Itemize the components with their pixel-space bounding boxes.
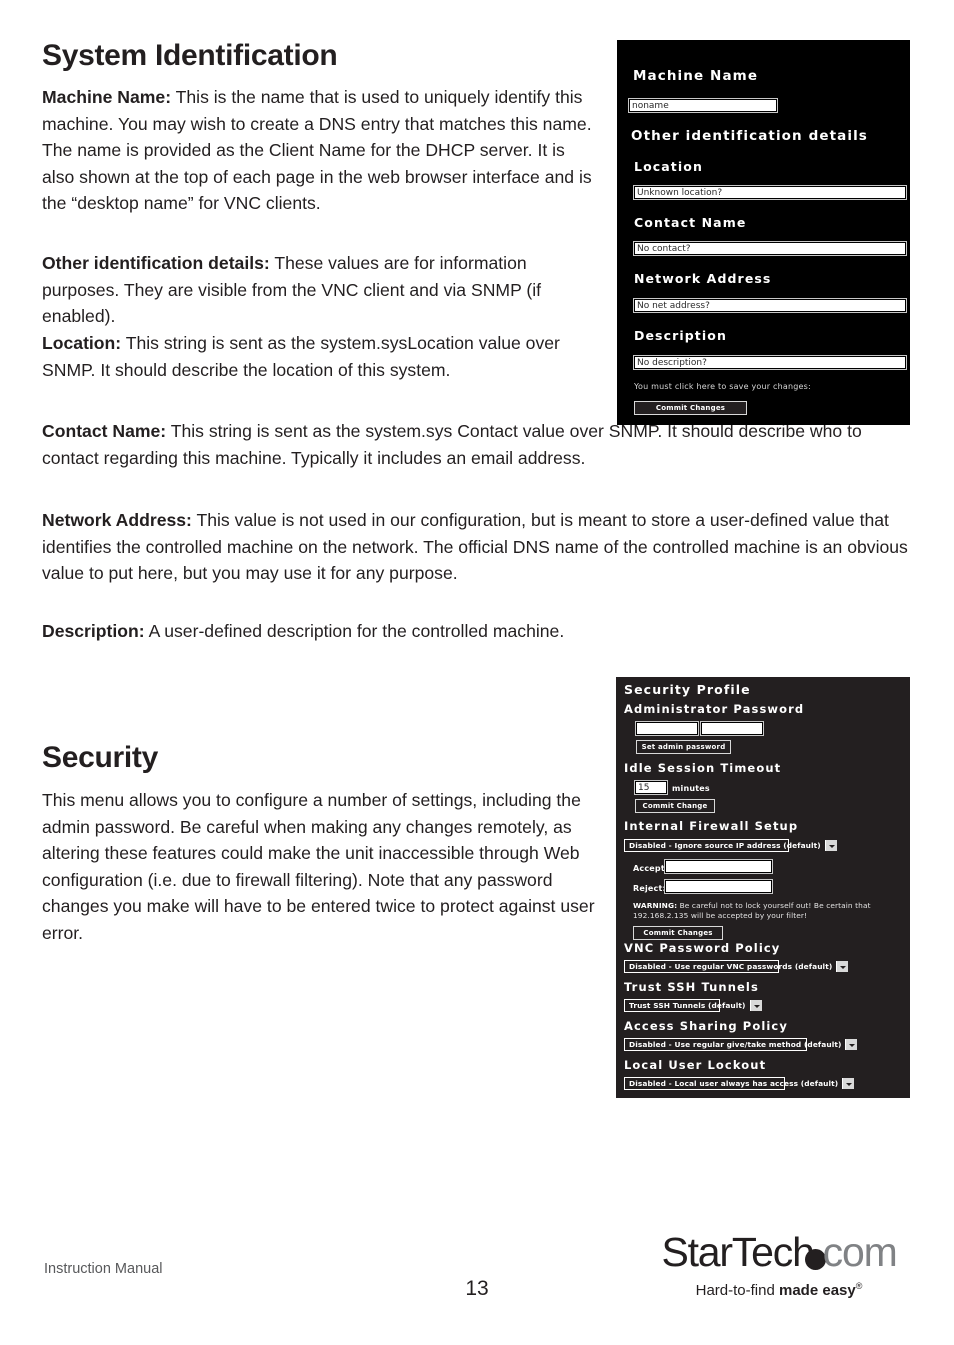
paragraph-lead-contact-name: Contact Name: [42, 421, 167, 441]
paragraph-description: Description: A user-defined description … [42, 618, 908, 645]
logo-text-com: com [822, 1229, 898, 1275]
firewall-warning-text: WARNING: Be careful not to lock yourself… [633, 901, 897, 921]
firewall-warning-prefix: WARNING: [633, 901, 678, 910]
chevron-down-icon [824, 840, 837, 851]
firewall-commit-changes-button[interactable]: Commit Changes [633, 926, 723, 940]
network-address-input[interactable] [633, 298, 907, 313]
paragraph-location: Location: This string is sent as the sys… [42, 330, 598, 383]
admin-password-confirm-input[interactable] [700, 721, 764, 736]
paragraph-lead-other-details: Other identification details: [42, 253, 270, 273]
reject-label: Reject: [633, 884, 666, 893]
vnc-password-policy-select[interactable]: Disabled - Use regular VNC passwords (de… [624, 960, 849, 973]
idle-timeout-input[interactable] [634, 780, 668, 795]
machine-name-heading: Machine Name [633, 68, 759, 84]
security-profile-heading: Security Profile [624, 682, 751, 697]
local-user-lockout-select[interactable]: Disabled - Local user always has access … [624, 1077, 855, 1090]
logo-text-startech: StarTech [661, 1229, 814, 1275]
reject-filter-input[interactable] [664, 879, 773, 894]
paragraph-contact-name: Contact Name: This string is sent as the… [42, 418, 904, 471]
accept-filter-input[interactable] [664, 859, 773, 874]
chevron-down-icon [845, 1039, 858, 1050]
idle-timeout-commit-button[interactable]: Commit Change [635, 799, 715, 813]
chevron-down-icon [749, 1000, 762, 1011]
other-identification-details-heading: Other identification details [631, 128, 868, 144]
footer-manual-label: Instruction Manual [44, 1261, 163, 1277]
accept-label: Accept: [633, 864, 669, 873]
paragraph-lead-machine-name: Machine Name: [42, 87, 172, 107]
paragraph-machine-name: Machine Name: This is the name that is u… [42, 84, 598, 217]
paragraph-lead-location: Location: [42, 333, 122, 353]
access-sharing-policy-value: Disabled - Use regular give/take method … [629, 1040, 842, 1049]
vnc-password-policy-value: Disabled - Use regular VNC passwords (de… [629, 962, 833, 971]
access-sharing-policy-select[interactable]: Disabled - Use regular give/take method … [624, 1038, 858, 1051]
screenshot-security-profile-ui: Security Profile Administrator Password … [616, 677, 910, 1098]
chevron-down-icon [836, 961, 849, 972]
idle-session-timeout-heading: Idle Session Timeout [624, 761, 782, 775]
firewall-mode-select[interactable]: Disabled - Ignore source IP address (def… [624, 839, 837, 852]
idle-timeout-units-label: minutes [672, 784, 710, 793]
tagline-registered-mark: ® [855, 1281, 863, 1291]
internal-firewall-setup-heading: Internal Firewall Setup [624, 819, 799, 833]
screenshot-system-identification-ui: Machine Name Other identification detail… [617, 40, 910, 425]
chevron-down-icon [842, 1078, 855, 1089]
trust-ssh-tunnels-heading: Trust SSH Tunnels [624, 980, 759, 994]
trust-ssh-tunnels-select[interactable]: Trust SSH Tunnels (default) [624, 999, 762, 1012]
description-input[interactable] [633, 355, 907, 370]
location-heading: Location [634, 159, 703, 174]
page-title-system-identification: System Identification [42, 39, 338, 72]
startech-tagline: Hard-to-find made easy® [648, 1281, 910, 1299]
paragraph-other-details: Other identification details: These valu… [42, 250, 598, 330]
access-sharing-policy-heading: Access Sharing Policy [624, 1019, 788, 1033]
trust-ssh-tunnels-value: Trust SSH Tunnels (default) [629, 1001, 746, 1010]
paragraph-security-intro: This menu allows you to configure a numb… [42, 787, 604, 946]
tagline-plain: Hard-to-find [695, 1282, 779, 1299]
description-heading: Description [634, 328, 727, 343]
paragraph-lead-description: Description: [42, 621, 145, 641]
set-admin-password-button[interactable]: Set admin password [636, 740, 731, 754]
page-title-security: Security [42, 741, 158, 774]
save-changes-note: You must click here to save your changes… [634, 382, 811, 391]
manual-page: System Identification Machine Name: This… [0, 0, 954, 1345]
vnc-password-policy-heading: VNC Password Policy [624, 941, 781, 955]
startech-logo: StarTech com Hard-to-find made easy® [648, 1232, 910, 1299]
contact-name-heading: Contact Name [634, 215, 747, 230]
local-user-lockout-value: Disabled - Local user always has access … [629, 1079, 839, 1088]
local-user-lockout-heading: Local User Lockout [624, 1058, 767, 1072]
admin-password-input[interactable] [635, 721, 699, 736]
network-address-heading: Network Address [634, 271, 772, 286]
paragraph-network-address: Network Address: This value is not used … [42, 507, 908, 587]
administrator-password-heading: Administrator Password [624, 702, 805, 716]
paragraph-text-security-intro: This menu allows you to configure a numb… [42, 790, 595, 943]
firewall-mode-select-value: Disabled - Ignore source IP address (def… [629, 841, 821, 850]
startech-logo-wordmark: StarTech com [648, 1232, 910, 1273]
contact-name-input[interactable] [633, 241, 907, 256]
commit-changes-button[interactable]: Commit Changes [634, 401, 747, 415]
paragraph-text-description: A user-defined description for the contr… [144, 621, 565, 641]
machine-name-input[interactable] [628, 98, 778, 113]
location-input[interactable] [633, 185, 907, 200]
tagline-bold: made easy [779, 1282, 856, 1299]
paragraph-lead-network-address: Network Address: [42, 510, 192, 530]
